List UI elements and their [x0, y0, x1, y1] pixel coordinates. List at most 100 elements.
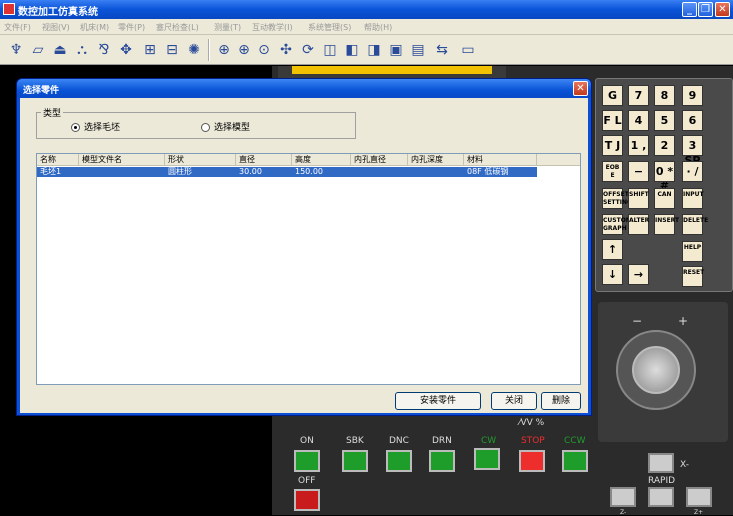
knob-plus-label: +	[678, 314, 689, 328]
col-bore-diameter[interactable]: 内孔直径	[351, 154, 408, 166]
toggle-display-icon[interactable]: ⇆	[434, 42, 450, 58]
key-delete[interactable]: DELETE	[682, 214, 708, 235]
fixture-icon[interactable]: ⏏	[52, 42, 68, 58]
key-6[interactable]: 6 → SP	[682, 110, 703, 167]
key-g[interactable]: G R	[602, 85, 623, 122]
col-shape[interactable]: 形状	[165, 154, 236, 166]
key-reset[interactable]: RESET	[682, 266, 704, 287]
drn-button[interactable]	[429, 450, 455, 472]
spindle-stop-button[interactable]	[519, 450, 545, 472]
radio-dot-icon	[201, 123, 210, 132]
pan-icon[interactable]: ✣	[278, 42, 294, 58]
blank-define-icon[interactable]: ▱	[30, 42, 46, 58]
key-offset-setting[interactable]: OFFSET SETTING	[602, 188, 632, 209]
rapid-button[interactable]	[648, 487, 674, 507]
key-t[interactable]: T J	[602, 135, 623, 156]
view-right-icon[interactable]: ▣	[388, 42, 404, 58]
type-group: 类型 选择毛坯 选择模型	[36, 106, 356, 139]
maximize-button[interactable]: ❐	[698, 2, 713, 17]
probe-icon[interactable]: ⊟	[164, 42, 180, 58]
col-material[interactable]: 材料	[464, 154, 537, 166]
dialog-close-button[interactable]: ✕	[573, 81, 588, 96]
power-off-button[interactable]	[294, 489, 320, 511]
menu-machine[interactable]: 机床(M)	[80, 22, 109, 33]
key-f[interactable]: F L	[602, 110, 623, 131]
col-model-file[interactable]: 模型文件名	[79, 154, 165, 166]
close-button[interactable]: 关闭	[491, 392, 537, 410]
delete-button[interactable]: 删除	[541, 392, 581, 410]
dim-icon[interactable]: ✺	[186, 42, 202, 58]
menu-measure[interactable]: 测量(T)	[214, 22, 241, 33]
key-custom-graph[interactable]: CUSTOM GRAPH	[602, 214, 632, 235]
key-insert[interactable]: INSERT	[654, 214, 679, 235]
key-alter[interactable]: ALTER	[628, 214, 649, 235]
spindle-cw-button[interactable]	[474, 448, 500, 470]
feed-override-panel: − +	[598, 302, 728, 442]
rotate-icon[interactable]: ⟳	[300, 42, 316, 58]
col-bore-depth[interactable]: 内孔深度	[408, 154, 464, 166]
key-4[interactable]: 4 ← I	[628, 110, 649, 147]
menu-view[interactable]: 视图(V)	[42, 22, 70, 33]
install-part-button[interactable]: 安装零件	[395, 392, 481, 410]
jog-z-plus-button[interactable]	[686, 487, 712, 507]
jog-z-minus-button[interactable]	[610, 487, 636, 507]
key-cursor-up[interactable]: ↑	[602, 239, 623, 260]
view-top-icon[interactable]: ◧	[344, 42, 360, 58]
machine-select-icon[interactable]: ♆	[8, 42, 24, 58]
close-button[interactable]: ✕	[715, 2, 730, 17]
menu-file[interactable]: 文件(F)	[4, 22, 31, 33]
key-input[interactable]: INPUT	[682, 188, 704, 209]
radio-select-model[interactable]: 选择模型	[201, 120, 250, 133]
key-dot[interactable]: · /	[682, 161, 703, 182]
col-diameter[interactable]: 直径	[236, 154, 292, 166]
jog-x-minus-button[interactable]	[648, 453, 674, 473]
key-shift[interactable]: SHIFT	[628, 188, 649, 209]
radio-select-blank[interactable]: 选择毛坯	[71, 120, 120, 133]
feed-override-knob[interactable]	[616, 330, 696, 410]
col-height[interactable]: 高度	[292, 154, 351, 166]
key-cursor-down[interactable]: ↓	[602, 264, 623, 285]
control-panel-icon[interactable]: ▤	[410, 42, 426, 58]
key-3[interactable]: 3 =	[682, 135, 703, 172]
sbk-button[interactable]	[342, 450, 368, 472]
keyboard-icon[interactable]: ▭	[460, 42, 476, 58]
menu-feeler-check[interactable]: 塞尺检查(L)	[156, 22, 199, 33]
power-on-button[interactable]	[294, 450, 320, 472]
view-left-icon[interactable]: ◨	[366, 42, 382, 58]
menu-part[interactable]: 零件(P)	[118, 22, 145, 33]
menu-interactive[interactable]: 互动教学(I)	[252, 22, 293, 33]
rapid-label: RAPID	[648, 476, 676, 486]
view-front-icon[interactable]: ◫	[322, 42, 338, 58]
key-minus[interactable]: − +	[628, 161, 649, 198]
app-icon	[3, 3, 15, 15]
spindle-ccw-button[interactable]	[562, 450, 588, 472]
menu-help[interactable]: 帮助(H)	[364, 22, 392, 33]
key-8[interactable]: 8 ↑B	[654, 85, 675, 122]
key-7[interactable]: 7 A	[628, 85, 649, 122]
part-list[interactable]: 名称 模型文件名 形状 直径 高度 内孔直径 内孔深度 材料 毛坯1 圆柱形 3…	[36, 153, 581, 385]
menu-system[interactable]: 系统管理(S)	[308, 22, 351, 33]
key-2[interactable]: 2 ↓ #	[654, 135, 675, 192]
dnc-button[interactable]	[386, 450, 412, 472]
key-5[interactable]: 5 ⁿ/ J	[654, 110, 675, 147]
tool-select-icon[interactable]: ⅋	[96, 42, 112, 58]
zoom-in-icon[interactable]: ⊕	[216, 42, 232, 58]
key-can[interactable]: CAN	[654, 188, 675, 209]
key-eob[interactable]: EOB E	[602, 161, 623, 182]
key-9[interactable]: 9 D	[682, 85, 703, 122]
key-cursor-right[interactable]: →	[628, 264, 649, 285]
table-row[interactable]: 毛坯1 圆柱形 30.00 150.00 08F 低碳钢	[37, 167, 537, 177]
zoom-window-icon[interactable]: ⊙	[256, 42, 272, 58]
coolant-icon[interactable]: ✥	[118, 42, 134, 58]
toolbar: ♆ ▱ ⏏ ⛬ ⅋ ✥ ⊞ ⊟ ✺ ⊕ ⊕ ⊙ ✣ ⟳ ◫ ◧ ◨ ▣ ▤ ⇆ …	[0, 35, 733, 65]
app-title: 数控加工仿真系统	[18, 7, 98, 18]
minimize-button[interactable]: _	[682, 2, 697, 17]
measure-icon[interactable]: ⊞	[142, 42, 158, 58]
key-help[interactable]: HELP	[682, 241, 703, 262]
col-name[interactable]: 名称	[37, 154, 79, 166]
place-part-icon[interactable]: ⛬	[74, 42, 90, 58]
key-0[interactable]: 0 *	[654, 161, 675, 182]
cell-height: 150.00	[295, 167, 323, 176]
key-1[interactable]: 1 ,	[628, 135, 649, 156]
zoom-all-icon[interactable]: ⊕	[236, 42, 252, 58]
